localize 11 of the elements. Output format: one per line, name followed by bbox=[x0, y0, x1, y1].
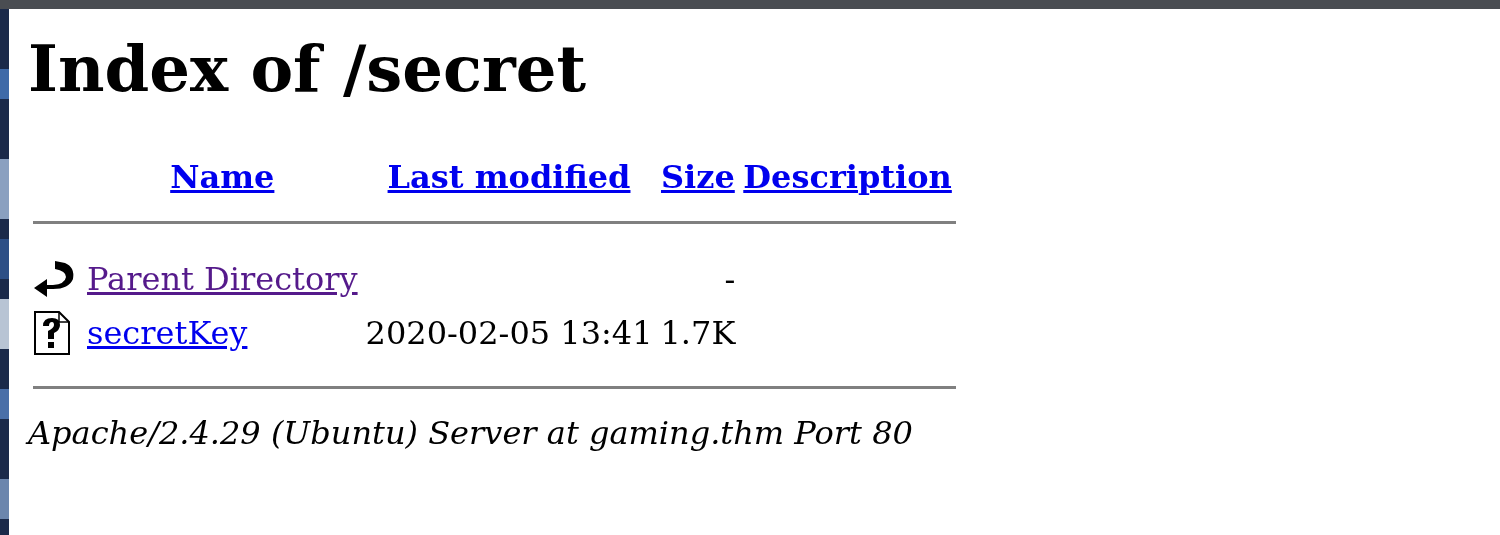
column-header-link[interactable]: Name bbox=[170, 158, 275, 196]
file-link[interactable]: secretKey bbox=[87, 314, 248, 352]
page-title: Index of /secret bbox=[28, 31, 586, 107]
file-link[interactable]: Parent Directory bbox=[87, 260, 358, 298]
size-text: - bbox=[724, 260, 736, 298]
unknown-file-icon bbox=[33, 310, 71, 356]
size-text: 1.7K bbox=[660, 314, 736, 352]
column-header-link[interactable]: Description bbox=[743, 158, 952, 196]
column-header-link[interactable]: Size bbox=[661, 158, 735, 196]
date-text: 2020-02-05 13:41 bbox=[365, 314, 653, 352]
column-header-link[interactable]: Last modified bbox=[387, 158, 631, 196]
